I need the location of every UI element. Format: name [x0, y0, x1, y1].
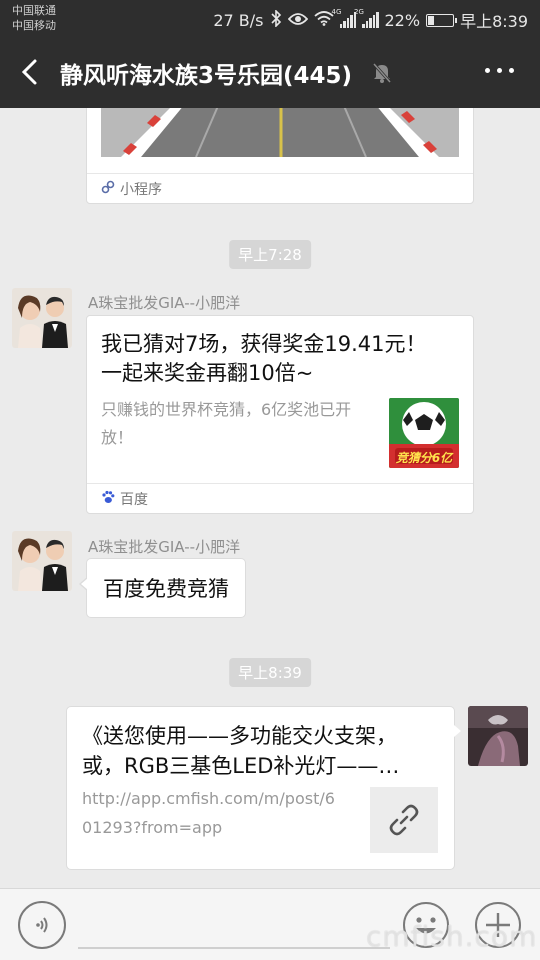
sender-name: A珠宝批发GIA--小肥洋	[88, 294, 241, 312]
link-card-baidu[interactable]: 我已猜对7场，获得奖金19.41元！一起来奖金再翻10倍~ 只赚钱的世界杯竞猜，…	[86, 315, 474, 514]
thumbnail-caption: 竞猜分6亿	[395, 451, 453, 465]
link-card-thumbnail: 竞猜分6亿	[389, 398, 459, 468]
my-avatar[interactable]	[468, 706, 528, 766]
carrier-labels: 中国联通 中国移动	[12, 3, 56, 33]
avatar[interactable]	[12, 531, 72, 591]
bell-off-icon	[372, 62, 392, 88]
voice-button[interactable]	[18, 901, 66, 949]
voice-icon	[36, 917, 48, 933]
signal-2g-icon: 2G	[354, 8, 379, 28]
more-icon	[485, 68, 490, 73]
status-indicators: 27 B/s 4G 2G 22% 早上8:39	[213, 8, 528, 32]
link-card-description: 只赚钱的世界杯竞猜，6亿奖池已开放！	[101, 400, 352, 447]
link-card-title: 《送您使用——多功能交火支架，或，RGB三基色LED补光灯——…	[82, 724, 400, 778]
mini-program-card[interactable]: 小程序	[86, 108, 474, 204]
page-title: 静风听海水族3号乐园(445)	[60, 63, 353, 89]
eye-icon	[287, 11, 308, 30]
link-card-shared[interactable]: 《送您使用——多功能交火支架，或，RGB三基色LED补光灯——… http://…	[66, 706, 461, 870]
sender-name: A珠宝批发GIA--小肥洋	[88, 538, 241, 556]
timestamp: 早上8:39	[229, 658, 311, 687]
baidu-paw-icon	[101, 490, 115, 508]
link-card-title: 我已猜对7场，获得奖金19.41元！一起来奖金再翻10倍~	[101, 332, 427, 385]
bluetooth-icon	[270, 8, 282, 31]
mini-program-icon	[101, 180, 115, 198]
status-bar: 中国联通 中国移动 27 B/s 4G 2G 22% 早上8:39	[0, 0, 540, 36]
link-source-label: 百度	[120, 491, 148, 508]
link-card-url: http://app.cmfish.com/m/post/601293?from…	[82, 789, 335, 837]
message-list[interactable]: 小程序 早上7:28 A珠宝批发GIA--小肥洋 我已猜对7场，获得奖金19.4…	[0, 108, 540, 888]
clock: 早上8:39	[460, 12, 528, 31]
battery-fill	[428, 15, 434, 25]
wifi-icon	[313, 10, 334, 30]
message-input[interactable]	[78, 947, 390, 949]
carrier-2: 中国移动	[12, 19, 56, 32]
mini-program-label: 小程序	[120, 181, 162, 198]
watermark: cmfish.com	[366, 920, 538, 953]
link-card-footer: 百度	[87, 483, 473, 513]
mini-program-image	[101, 108, 459, 157]
battery-percent: 22%	[384, 10, 421, 30]
link-icon	[370, 787, 438, 853]
timestamp: 早上7:28	[229, 240, 311, 269]
chevron-left-icon	[21, 59, 37, 85]
back-button[interactable]	[18, 58, 44, 86]
battery-icon	[426, 13, 458, 27]
carrier-1: 中国联通	[12, 4, 56, 17]
network-speed: 27 B/s	[213, 10, 264, 30]
chat-header: 静风听海水族3号乐园(445)	[0, 36, 540, 108]
mini-program-footer: 小程序	[87, 173, 473, 203]
text-message[interactable]: 百度免费竞猜	[79, 558, 246, 618]
more-button[interactable]	[485, 68, 514, 73]
avatar[interactable]	[12, 288, 72, 348]
